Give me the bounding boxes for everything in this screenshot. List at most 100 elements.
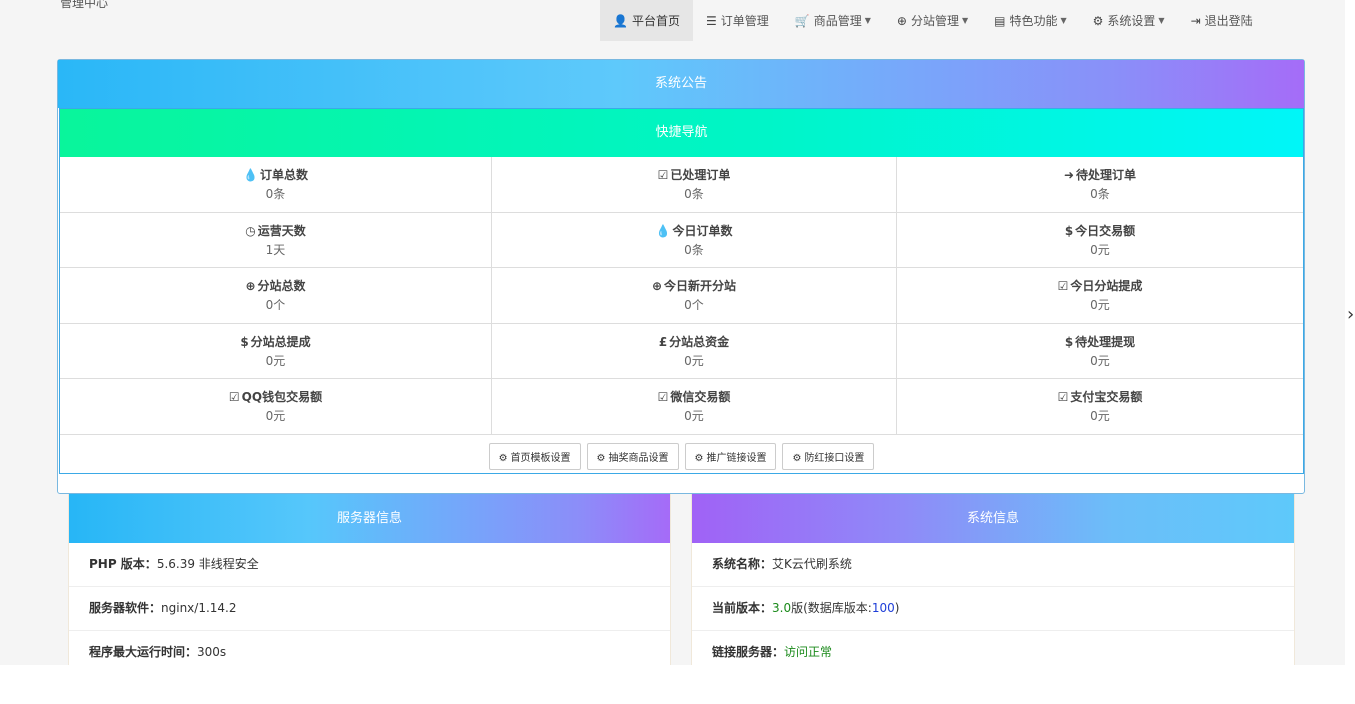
main-nav: 👤 平台首页 ☰ 订单管理 🛒 商品管理 ▼ ⊕ 分站管理 ▼ ▤ 特色功能 ▼ [600, 0, 1266, 41]
nav-item-substations[interactable]: ⊕ 分站管理 ▼ [884, 0, 981, 41]
check-square-icon: ☑ [228, 390, 240, 404]
stat-total-substations: ⊕ 分站总数 0个 [60, 268, 491, 323]
info-value: 艾K云代刷系统 [772, 557, 852, 571]
homepage-template-settings-button[interactable]: ⚙ 首页模板设置 [488, 443, 581, 470]
nav-item-label: 退出登陆 [1204, 14, 1253, 28]
stat-label: 分站总资金 [669, 334, 730, 349]
drop-icon: 💧 [655, 223, 671, 238]
nav-item-products[interactable]: 🛒 商品管理 ▼ [782, 0, 884, 41]
info-label: 服务器软件： [89, 601, 162, 615]
system-info-title: 系统信息 [692, 494, 1294, 543]
info-row-server-software: 服务器软件：nginx/1.14.2 [69, 587, 670, 631]
stat-label: 分站总数 [257, 279, 306, 293]
check-square-icon: ☑ [657, 390, 669, 404]
info-label: 当前版本： [712, 601, 773, 615]
stats-row: ☑ QQ钱包交易额 0元 ☑ 微信交易额 0元 ☑ 支付宝交易额 0元 [60, 378, 1303, 434]
check-square-icon: ☑ [1057, 279, 1069, 293]
info-row-link-server: 链接服务器：访问正常 [692, 631, 1294, 665]
version-suffix: 版(数据库版本: [791, 601, 872, 615]
stat-qq-wallet-volume: ☑ QQ钱包交易额 0元 [60, 379, 491, 434]
notice-title: 系统公告 [58, 60, 1304, 108]
list-icon: ☰ [705, 13, 717, 28]
gear-icon: ⚙ [792, 453, 802, 464]
cart-icon: 🛒 [794, 13, 810, 28]
stat-value: 0元 [1090, 298, 1110, 312]
stat-total-funds: £ 分站总资金 0元 [491, 323, 896, 378]
page-frame: 管理中心 👤 平台首页 ☰ 订单管理 🛒 商品管理 ▼ ⊕ 分站管理 ▼ ▤ 特… [0, 0, 1345, 665]
drop-icon: 💧 [243, 168, 258, 182]
caret-down-icon: ▼ [864, 16, 871, 25]
stat-value: 0条 [684, 242, 704, 257]
nav-item-features[interactable]: ▤ 特色功能 ▼ [981, 0, 1080, 41]
nav-item-logout[interactable]: ⇥ 退出登陆 [1178, 0, 1266, 41]
caret-down-icon: ▼ [1060, 16, 1067, 25]
nav-item-orders[interactable]: ☰ 订单管理 [693, 0, 782, 41]
nav-item-label: 系统设置 [1107, 14, 1156, 28]
lottery-product-settings-button[interactable]: ⚙ 抽奖商品设置 [586, 443, 679, 470]
brand-title[interactable]: 管理中心 [60, 0, 108, 11]
arrow-circle-icon: ➜ [1063, 168, 1075, 182]
info-value: nginx/1.14.2 [161, 601, 237, 615]
server-info-title: 服务器信息 [69, 494, 670, 543]
button-label: 抽奖商品设置 [608, 453, 669, 464]
nav-item-label: 平台首页 [631, 14, 680, 28]
button-label: 防红接口设置 [804, 453, 865, 464]
globe-icon: ⊕ [896, 13, 907, 28]
stat-label: 支付宝交易额 [1070, 390, 1143, 404]
info-label: 系统名称： [712, 557, 773, 571]
stat-today-new-substations: ⊕ 今日新开分站 0个 [491, 268, 896, 323]
clock-icon: ◷ [245, 223, 256, 238]
info-row-system-name: 系统名称：艾K云代刷系统 [692, 543, 1294, 587]
stat-label: 今日分站提成 [1070, 279, 1143, 293]
stat-operating-days: ◷ 运营天数 1天 [60, 213, 491, 268]
chevron-right-icon[interactable]: › [1347, 305, 1354, 325]
stat-value: 0元 [1090, 353, 1110, 368]
stat-label: 待处理订单 [1076, 168, 1137, 182]
stat-label: 已处理订单 [670, 168, 731, 182]
nav-item-label: 特色功能 [1009, 14, 1058, 28]
stat-pending-withdrawal: $ 待处理提现 0元 [896, 323, 1303, 378]
info-label: 程序最大运行时间： [89, 645, 198, 659]
nav-item-home[interactable]: 👤 平台首页 [600, 0, 693, 41]
anti-block-api-settings-button[interactable]: ⚙ 防红接口设置 [782, 443, 875, 470]
info-label: PHP 版本： [89, 557, 157, 571]
promo-link-settings-button[interactable]: ⚙ 推广链接设置 [684, 443, 777, 470]
quick-nav-panel: 快捷导航 💧 订单总数 0条 ☑ 已处理订单 0条 ➜ 待处理订单 0条 ◷ 运… [59, 108, 1304, 474]
stat-total-orders: 💧 订单总数 0条 [60, 157, 491, 212]
book-icon: ▤ [994, 13, 1006, 28]
stat-label: 今日订单数 [672, 223, 733, 238]
notice-panel: 系统公告 快捷导航 💧 订单总数 0条 ☑ 已处理订单 0条 ➜ 待处理订单 0条 [57, 59, 1305, 494]
version-close: ) [894, 601, 900, 615]
stat-value: 0元 [265, 409, 286, 423]
stat-wechat-volume: ☑ 微信交易额 0元 [491, 379, 896, 434]
stat-today-commission: ☑ 今日分站提成 0元 [896, 268, 1303, 323]
stat-value: 0元 [265, 353, 286, 368]
stat-value: 1天 [265, 242, 286, 257]
info-value: 300s [197, 645, 227, 659]
info-label: 链接服务器： [712, 645, 785, 659]
gear-icon: ⚙ [1092, 13, 1104, 28]
stat-value: 0条 [1090, 187, 1110, 201]
info-value: 5.6.39 非线程安全 [156, 557, 259, 571]
nav-item-settings[interactable]: ⚙ 系统设置 ▼ [1080, 0, 1178, 41]
stat-label: 今日交易额 [1075, 223, 1136, 238]
stat-today-volume: $ 今日交易额 0元 [896, 212, 1303, 267]
stats-row: ⊕ 分站总数 0个 ⊕ 今日新开分站 0个 ☑ 今日分站提成 0元 [60, 267, 1303, 323]
check-square-icon: ☑ [657, 168, 669, 182]
stat-value: 0元 [1090, 409, 1110, 423]
stat-value: 0个 [265, 298, 286, 312]
nav-item-label: 分站管理 [910, 14, 959, 28]
gear-icon: ⚙ [596, 453, 606, 464]
button-label: 首页模板设置 [510, 453, 571, 464]
nav-item-label: 商品管理 [813, 14, 862, 28]
link-status: 访问正常 [784, 645, 833, 659]
globe-icon: ⊕ [651, 279, 663, 293]
server-info-card: 服务器信息 PHP 版本：5.6.39 非线程安全 服务器软件：nginx/1.… [68, 494, 671, 665]
gear-icon: ⚙ [694, 453, 704, 464]
stat-value: 0元 [1090, 242, 1110, 257]
stat-label: 分站总提成 [250, 334, 311, 349]
quick-nav-title: 快捷导航 [60, 109, 1303, 157]
stat-label: 运营天数 [257, 223, 306, 238]
stat-total-commission: $ 分站总提成 0元 [60, 324, 491, 379]
user-icon: 👤 [613, 13, 628, 28]
